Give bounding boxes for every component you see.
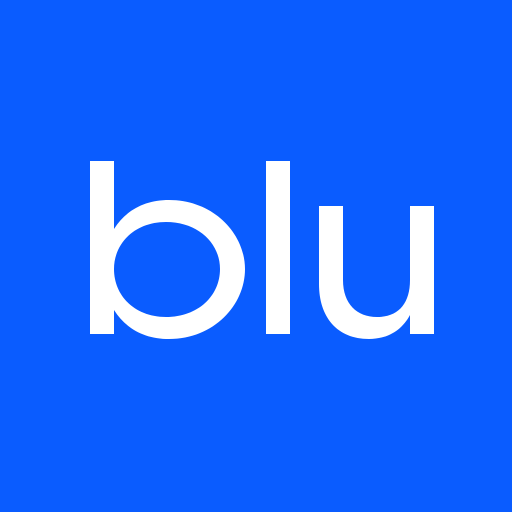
app-icon <box>0 0 512 512</box>
blu-logo <box>0 0 512 512</box>
logo-letter-l <box>266 161 290 334</box>
logo-background <box>0 0 512 512</box>
blu-logo-icon <box>0 0 512 512</box>
